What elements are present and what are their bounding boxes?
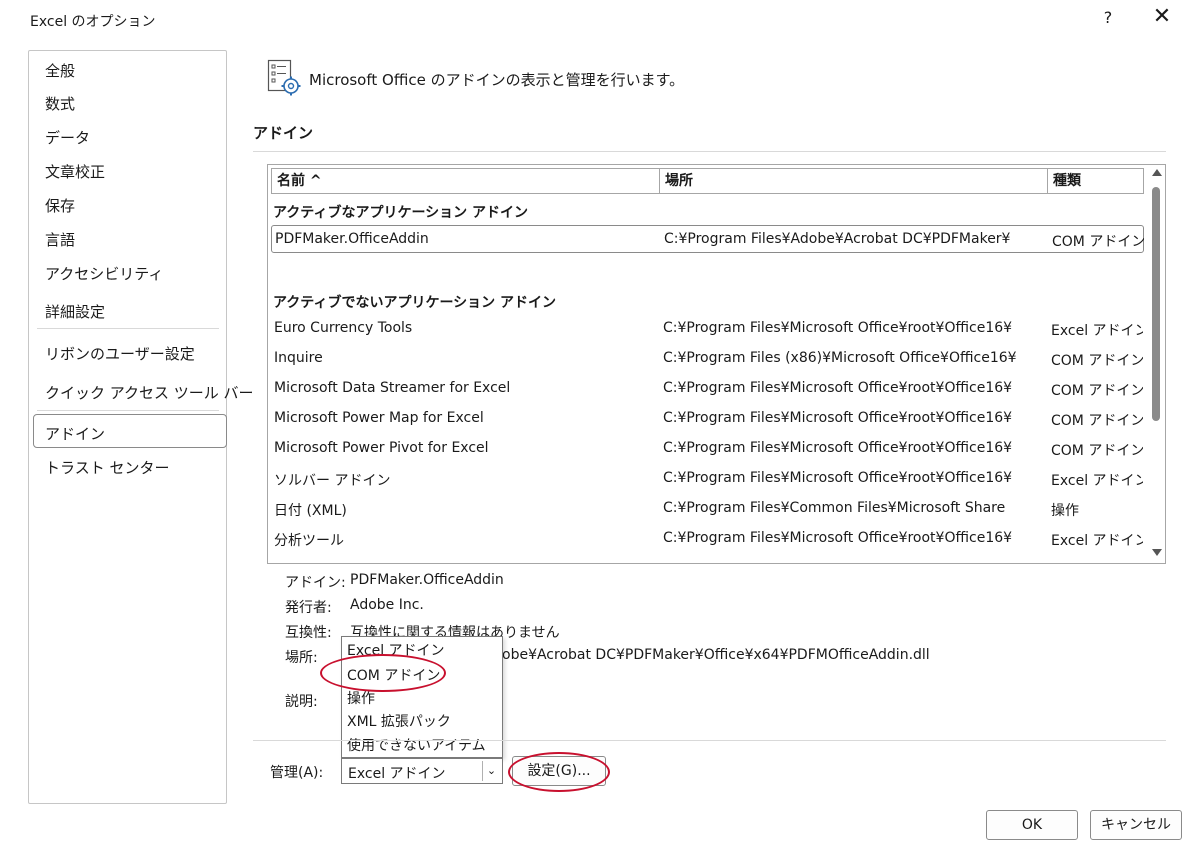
- table-row[interactable]: 分析ツール C:¥Program Files¥Microsoft Office¥…: [271, 525, 1144, 553]
- scroll-down-arrow-icon[interactable]: [1152, 549, 1162, 556]
- scroll-up-arrow-icon[interactable]: [1152, 169, 1162, 176]
- cell-location: C:¥Program Files¥Microsoft Office¥root¥O…: [663, 440, 1013, 456]
- dropdown-option-com-addins[interactable]: COM アドイン: [347, 665, 440, 685]
- cell-type: COM アドイン: [1051, 413, 1143, 429]
- cell-type: COM アドイン: [1052, 234, 1144, 250]
- cell-name: ソルバー アドイン: [274, 473, 391, 489]
- cell-type: 操作: [1051, 503, 1079, 519]
- window-title: Excel のオプション: [30, 14, 156, 30]
- cell-location: C:¥Program Files¥Microsoft Office¥root¥O…: [663, 320, 1013, 336]
- cell-location: C:¥Program Files (x86)¥Microsoft Office¥…: [663, 350, 1017, 366]
- sidebar-item-trust-center[interactable]: トラスト センター: [45, 457, 169, 478]
- cell-location: C:¥Program Files¥Microsoft Office¥root¥O…: [663, 410, 1013, 426]
- manage-select-value: Excel アドイン: [348, 766, 446, 782]
- cell-type: COM アドイン: [1051, 383, 1143, 399]
- sidebar-divider: [37, 328, 219, 329]
- dropdown-option-xml-expansion-packs[interactable]: XML 拡張パック: [347, 711, 451, 731]
- sidebar-item-customize-ribbon[interactable]: リボンのユーザー設定: [45, 343, 195, 364]
- table-row[interactable]: Microsoft Power Pivot for Excel C:¥Progr…: [271, 435, 1144, 463]
- detail-publisher-value: Adobe Inc.: [350, 597, 424, 613]
- section-divider: [253, 151, 1166, 152]
- table-row[interactable]: 日付 (XML) C:¥Program Files¥Common Files¥M…: [271, 495, 1144, 523]
- sidebar-divider: [37, 410, 219, 411]
- dropdown-option-excel-addins[interactable]: Excel アドイン: [347, 640, 445, 660]
- scroll-thumb[interactable]: [1152, 187, 1160, 421]
- sidebar-item-data[interactable]: データ: [45, 127, 90, 148]
- cell-name: Microsoft Power Map for Excel: [274, 410, 484, 426]
- table-row[interactable]: Microsoft Power Map for Excel C:¥Program…: [271, 405, 1144, 433]
- title-bar: Excel のオプション ? ✕: [0, 0, 1200, 40]
- dropdown-option-actions[interactable]: 操作: [347, 688, 375, 708]
- detail-addin-label: アドイン:: [285, 575, 346, 591]
- column-header-name[interactable]: 名前 ^: [271, 168, 660, 194]
- sidebar-item-save[interactable]: 保存: [45, 195, 75, 216]
- group-title-active: アクティブなアプリケーション アドイン: [273, 205, 529, 221]
- chevron-down-icon[interactable]: ⌄: [482, 761, 500, 781]
- cell-location: C:¥Program Files¥Microsoft Office¥root¥O…: [663, 380, 1013, 396]
- manage-label: 管理(A):: [270, 765, 324, 781]
- cell-type: COM アドイン: [1051, 443, 1143, 459]
- cell-location: C:¥Program Files¥Common Files¥Microsoft …: [663, 500, 1006, 516]
- cell-location: C:¥Program Files¥Adobe¥Acrobat DC¥PDFMak…: [664, 231, 1011, 247]
- footer-divider: [253, 740, 1166, 741]
- table-row[interactable]: Inquire C:¥Program Files (x86)¥Microsoft…: [271, 345, 1144, 373]
- detail-addin-value: PDFMaker.OfficeAddin: [350, 572, 504, 588]
- sidebar-item-addins[interactable]: アドイン: [45, 423, 105, 444]
- settings-button[interactable]: 設定(G)...: [512, 756, 606, 786]
- cancel-button[interactable]: キャンセル: [1090, 810, 1182, 840]
- detail-compat-label: 互換性:: [285, 625, 332, 641]
- addins-gear-icon: [267, 59, 301, 96]
- vertical-scrollbar[interactable]: [1148, 165, 1165, 563]
- table-row[interactable]: Euro Currency Tools C:¥Program Files¥Mic…: [271, 315, 1144, 343]
- table-row[interactable]: ソルバー アドイン C:¥Program Files¥Microsoft Off…: [271, 465, 1144, 493]
- cell-name: Euro Currency Tools: [274, 320, 413, 336]
- addins-list[interactable]: 名前 ^ 場所 種類 アクティブなアプリケーション アドイン PDFMaker.…: [267, 164, 1166, 564]
- column-header-type[interactable]: 種類: [1047, 168, 1144, 194]
- sidebar-item-formulas[interactable]: 数式: [45, 93, 75, 114]
- cell-location: C:¥Program Files¥Microsoft Office¥root¥O…: [663, 470, 1013, 486]
- cell-name: Microsoft Power Pivot for Excel: [274, 440, 489, 456]
- page-description: Microsoft Office のアドインの表示と管理を行います。: [309, 71, 685, 89]
- cell-type: Excel アドイン: [1051, 323, 1143, 339]
- sidebar-item-accessibility[interactable]: アクセシビリティ: [45, 263, 163, 284]
- sidebar-item-advanced[interactable]: 詳細設定: [45, 301, 105, 322]
- dropdown-option-disabled-items[interactable]: 使用できないアイテム: [347, 735, 486, 755]
- group-title-inactive: アクティブでないアプリケーション アドイン: [273, 295, 557, 311]
- sidebar: 全般 数式 データ 文章校正 保存 言語 アクセシビリティ 詳細設定 リボンのユ…: [28, 50, 254, 804]
- column-header-location[interactable]: 場所: [659, 168, 1048, 194]
- cell-name: PDFMaker.OfficeAddin: [275, 231, 429, 247]
- detail-description-label: 説明:: [285, 694, 318, 710]
- sidebar-item-language[interactable]: 言語: [45, 229, 75, 250]
- cell-type: COM アドイン: [1051, 353, 1143, 369]
- manage-select[interactable]: Excel アドイン ⌄: [341, 758, 503, 784]
- cell-name: 分析ツール: [274, 533, 344, 549]
- section-title: アドイン: [253, 124, 314, 142]
- ok-button[interactable]: OK: [986, 810, 1078, 840]
- close-button[interactable]: ✕: [1150, 4, 1174, 29]
- table-row[interactable]: Microsoft Data Streamer for Excel C:¥Pro…: [271, 375, 1144, 403]
- sidebar-item-quick-access-toolbar[interactable]: クイック アクセス ツール バー: [45, 382, 254, 403]
- cell-name: 日付 (XML): [274, 503, 347, 519]
- cell-type: Excel アドイン: [1051, 473, 1143, 489]
- cell-name: Inquire: [274, 350, 323, 366]
- cell-location: C:¥Program Files¥Microsoft Office¥root¥O…: [663, 530, 1013, 546]
- help-button[interactable]: ?: [1098, 8, 1118, 27]
- table-row[interactable]: PDFMaker.OfficeAddin C:¥Program Files¥Ad…: [271, 225, 1144, 253]
- cell-type: Excel アドイン: [1051, 533, 1143, 549]
- sidebar-item-general[interactable]: 全般: [45, 60, 75, 81]
- detail-location-label: 場所:: [285, 650, 318, 666]
- cell-name: Microsoft Data Streamer for Excel: [274, 380, 511, 396]
- detail-location-value: obe¥Acrobat DC¥PDFMaker¥Office¥x64¥PDFMO…: [502, 647, 930, 663]
- sidebar-item-proofing[interactable]: 文章校正: [45, 161, 105, 182]
- detail-publisher-label: 発行者:: [285, 600, 332, 616]
